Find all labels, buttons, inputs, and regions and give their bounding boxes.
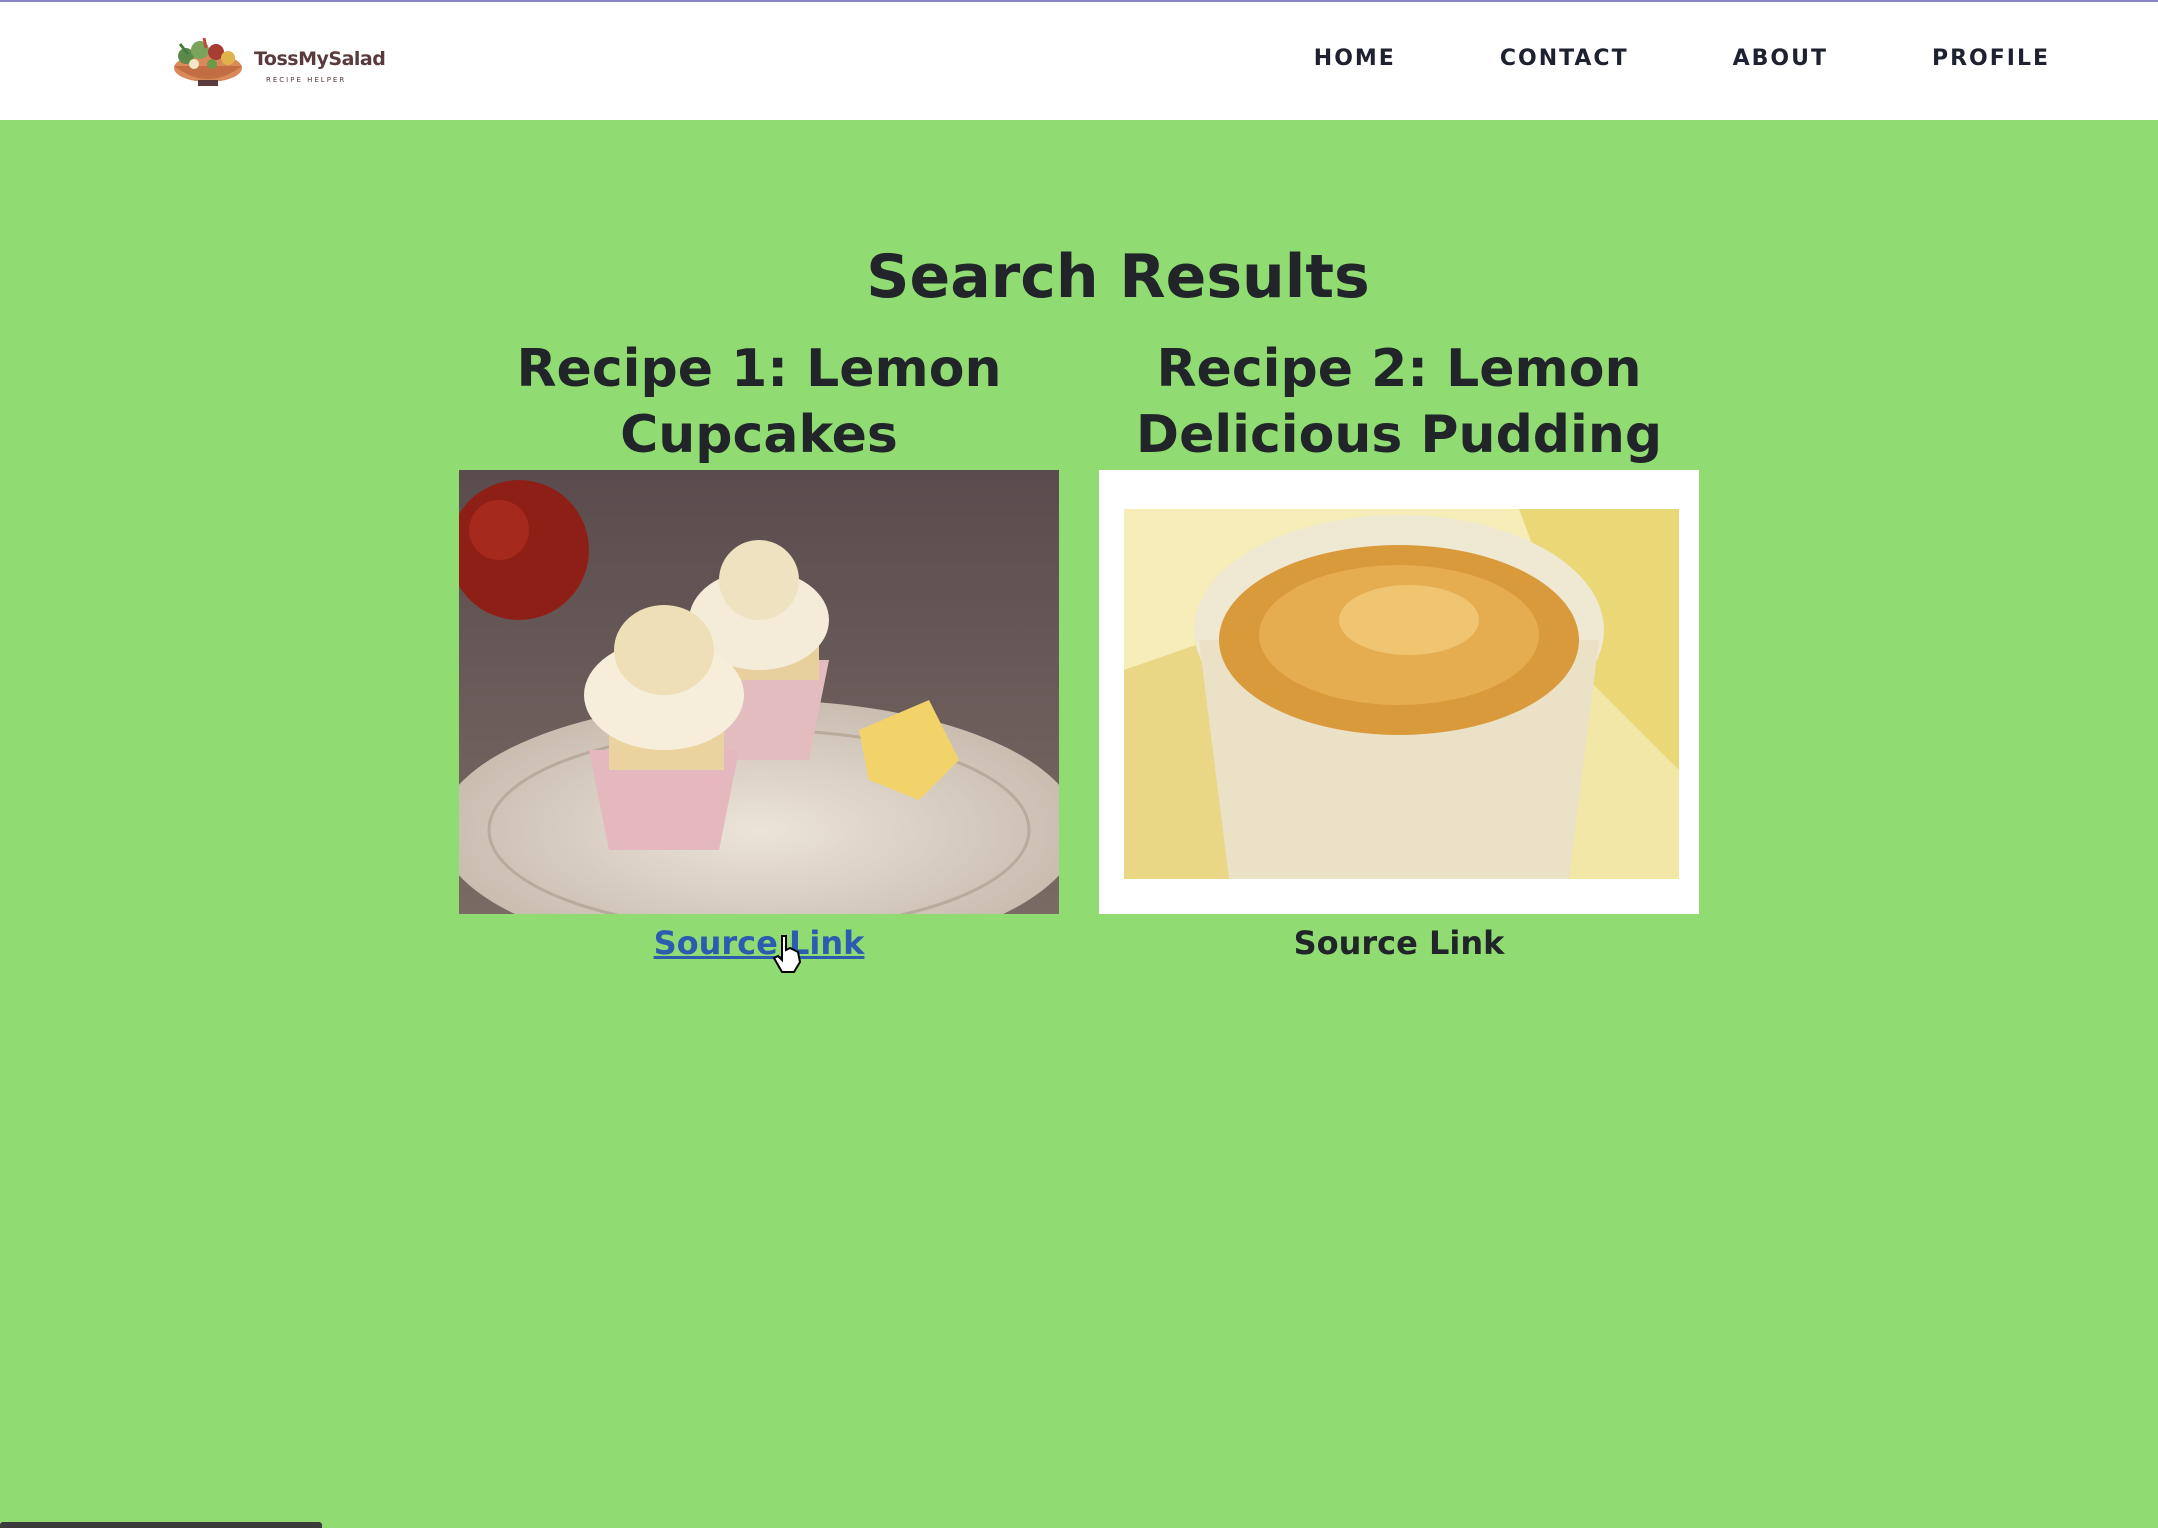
recipe-card: Recipe 2: Lemon Delicious Pudding Source… [1099,334,1699,962]
site-logo[interactable]: TossMySalad RECIPE HELPER [166,34,386,90]
recipe-title: Recipe 1: Lemon Cupcakes [516,339,1002,465]
hand-cursor-icon [772,934,802,974]
scrollbar[interactable] [0,1522,322,1528]
source-link-1[interactable]: Source Link [654,924,865,962]
recipe-title: Recipe 2: Lemon Delicious Pudding [1135,339,1663,465]
navbar: TossMySalad RECIPE HELPER HOME CONTACT A… [0,2,2158,120]
results-grid: Recipe 1: Lemon Cupcakes Source Link Rec… [459,334,1699,962]
recipe-image-lemon-pudding [1099,470,1699,914]
recipe-card: Recipe 1: Lemon Cupcakes Source Link [459,334,1059,962]
main-nav: HOME CONTACT ABOUT PROFILE [1210,46,2050,71]
logo-subtitle: RECIPE HELPER [266,76,347,84]
nav-about[interactable]: ABOUT [1733,46,1828,71]
source-link-2[interactable]: Source Link [1294,924,1505,962]
nav-contact[interactable]: CONTACT [1500,46,1629,71]
salad-bowl-icon [174,37,242,86]
nav-profile[interactable]: PROFILE [1932,46,2050,71]
recipe-image-lemon-cupcakes [459,470,1059,914]
nav-home[interactable]: HOME [1314,46,1396,71]
page-title: Search Results [866,242,1370,312]
logo-text: TossMySalad [254,48,386,70]
